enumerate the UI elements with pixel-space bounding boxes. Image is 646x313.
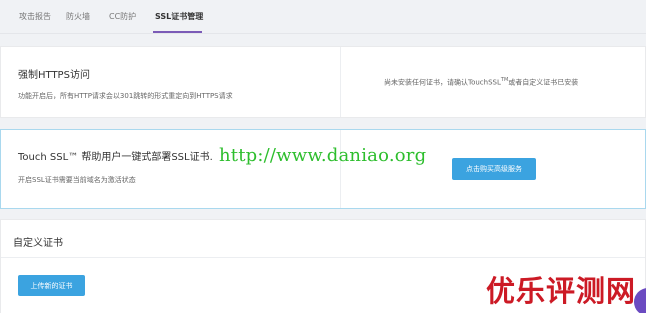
touch-ssl-card: Touch SSL™ 帮助用户一键式部署SSL证书. 开启SSL证书需要当前域名… (0, 129, 646, 209)
touch-ssl-title: Touch SSL™ 帮助用户一键式部署SSL证书. (18, 152, 213, 163)
note-prefix: 尚未安装任何证书，请确认TouchSSL (384, 78, 501, 87)
tab-firewall[interactable]: 防火墙 (66, 11, 90, 22)
note-suffix: 或者自定义证书已安装 (508, 78, 579, 87)
custom-cert-title: 自定义证书 (13, 238, 63, 249)
force-https-description: 功能开启后，所有HTTP请求会以301跳转的形式重定向到HTTPS请求 (18, 92, 233, 100)
touch-ssl-description: 开启SSL证书需要当前域名为激活状态 (18, 176, 136, 184)
divider (340, 47, 341, 117)
url-watermark: http://www.daniao.org (219, 145, 427, 166)
buy-premium-button[interactable]: 点击购买高级服务 (452, 158, 536, 180)
tab-attack-report[interactable]: 攻击报告 (19, 11, 51, 22)
tab-ssl-management[interactable]: SSL证书管理 (155, 11, 203, 22)
upload-cert-button[interactable]: 上传新的证书 (18, 275, 85, 296)
site-logo-watermark: 优乐评测网 (486, 274, 637, 308)
custom-cert-header: 自定义证书 (1, 220, 645, 258)
tab-bar: 攻击报告 防火墙 CC防护 SSL证书管理 (0, 0, 646, 34)
tab-cc-protection[interactable]: CC防护 (109, 11, 136, 22)
force-https-title: 强制HTTPS访问 (18, 70, 90, 81)
force-https-status-note: 尚未安装任何证书，请确认TouchSSLTM或者自定义证书已安装 (384, 77, 578, 87)
force-https-card: 强制HTTPS访问 功能开启后，所有HTTP请求会以301跳转的形式重定向到HT… (0, 46, 646, 118)
divider (340, 130, 341, 208)
active-tab-indicator (153, 31, 202, 33)
